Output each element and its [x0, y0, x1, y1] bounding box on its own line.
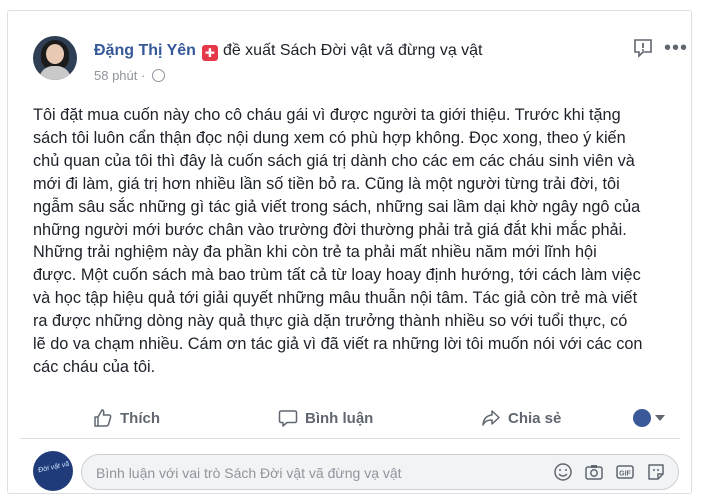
post-line: những người mới bước chân vào trường đời… [33, 220, 627, 239]
divider [20, 438, 680, 439]
author-name[interactable]: Đặng Thị Yên [94, 42, 196, 59]
post-time[interactable]: 58 phút [94, 68, 137, 83]
camera-icon[interactable] [584, 462, 604, 482]
globe-icon[interactable] [151, 69, 165, 82]
post-action-text: đề xuất Sách Đời vật vã đừng vạ vật [222, 42, 483, 59]
thumbs-up-icon [94, 409, 112, 427]
post-header: Đặng Thị Yên ✚ đề xuất Sách Đời vật vã đừn… [94, 42, 483, 61]
post-line: mới đi làm, giá trị hơn nhiều lần số tiề… [33, 174, 620, 193]
commenter-avatar[interactable]: Đời vật vã [33, 451, 73, 491]
post-body: Tôi đặt mua cuốn này cho cô cháu gái vì … [33, 104, 693, 379]
comment-placeholder: Bình luận với vai trò Sách Đời vật vã đừ… [96, 465, 402, 481]
gif-icon[interactable]: GIF [615, 462, 635, 482]
comment-button[interactable]: Bình luận [278, 403, 373, 433]
share-button[interactable]: Chia sẻ [481, 403, 561, 433]
share-icon [482, 410, 500, 426]
post-line: lẽ do va chạm nhiều. Cám ơn tác giả vì đ… [33, 335, 643, 354]
emoji-icon[interactable] [553, 462, 573, 482]
sticker-icon[interactable] [646, 462, 666, 482]
share-label: Chia sẻ [508, 409, 562, 427]
action-bar: Thích Bình luận Chia sẻ [8, 403, 691, 437]
post-card: Đặng Thị Yên ✚ đề xuất Sách Đời vật vã đừn… [7, 10, 692, 494]
comment-icon [278, 410, 298, 427]
comment-tools: GIF [553, 462, 666, 482]
post-line: Những trải nghiệm này đa phần khi còn tr… [33, 243, 597, 262]
avatar-face [46, 44, 64, 64]
post-meta: 58 phút · [94, 68, 165, 83]
post-line: sách tôi luôn cẩn thận đọc nội dung xem … [33, 128, 626, 147]
more-options-icon[interactable]: ••• [664, 38, 688, 58]
like-label: Thích [120, 409, 160, 427]
report-icon[interactable] [633, 38, 653, 58]
meta-separator: · [141, 68, 146, 83]
chevron-down-icon [655, 415, 665, 421]
post-line: và học tập hiệu quả tới giải quyết những… [33, 289, 638, 308]
post-line: được. Một cuốn sách mà bao trùm tất cả t… [33, 266, 641, 285]
comment-input[interactable]: Bình luận với vai trò Sách Đời vật vã đừ… [81, 454, 679, 490]
recommend-icon: ✚ [201, 45, 218, 61]
post-line: các cháu của tôi. [33, 357, 156, 376]
svg-text:GIF: GIF [619, 471, 631, 478]
page-avatar [633, 409, 651, 427]
post-line: ra được những dòng này quả thực già dặn … [33, 312, 628, 331]
post-line: Tôi đặt mua cuốn này cho cô cháu gái vì … [33, 106, 621, 124]
comment-label: Bình luận [305, 409, 374, 427]
page-logo: Đời vật vã [37, 460, 70, 475]
author-avatar[interactable] [33, 36, 77, 80]
post-line: ngẫm sâu sắc những gì tác giả viết trong… [33, 197, 641, 216]
like-button[interactable]: Thích [93, 403, 160, 433]
post-as-selector[interactable] [633, 409, 665, 427]
avatar-shirt [39, 66, 71, 80]
post-line: chủ quan của tôi thì đây là cuốn sách gi… [33, 151, 635, 170]
